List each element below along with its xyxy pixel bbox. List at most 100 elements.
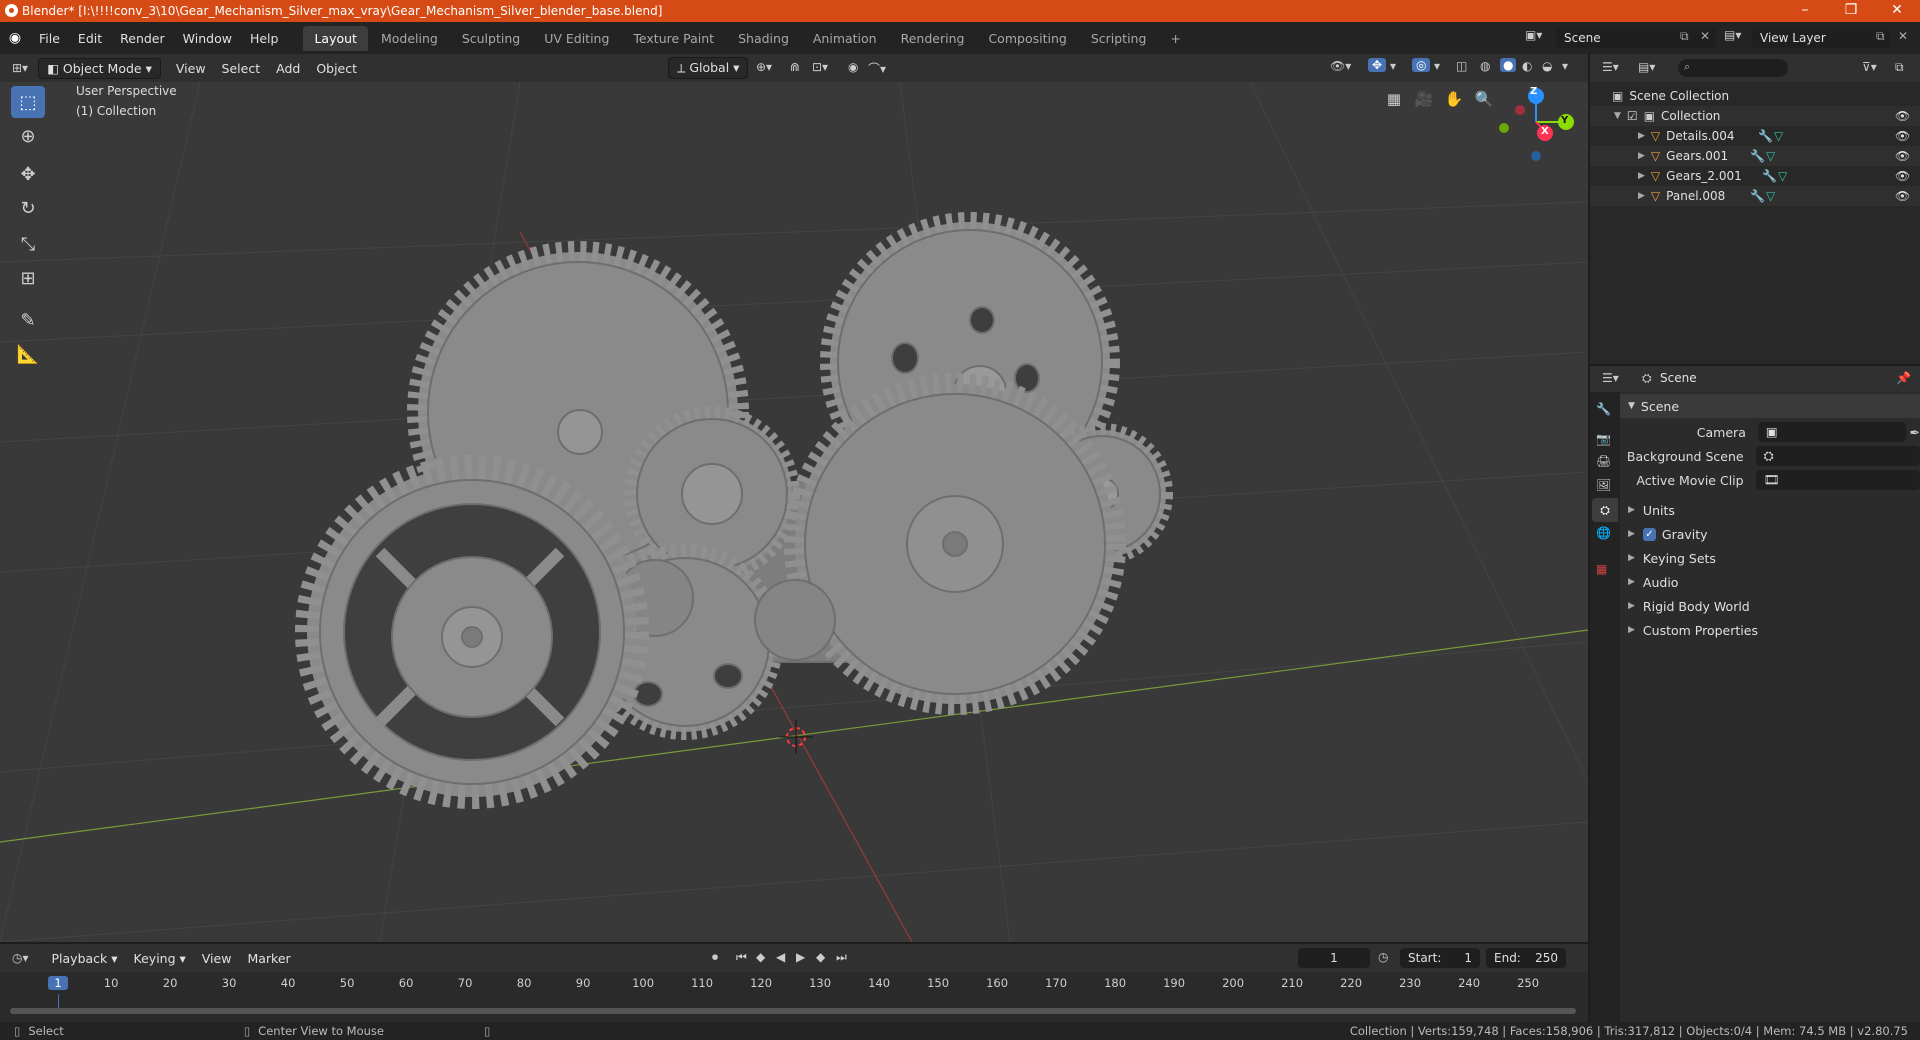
delete-scene-icon[interactable]: ✕ xyxy=(1700,29,1710,43)
timeline-scrollbar[interactable] xyxy=(10,1008,1576,1014)
add-workspace-button[interactable]: + xyxy=(1159,26,1191,51)
play-icon[interactable]: ▶ xyxy=(796,950,805,964)
view-layer-icon[interactable]: ▤▾ xyxy=(1724,28,1741,42)
orientation-dropdown[interactable]: ⟂ Global ▾ xyxy=(668,57,749,79)
record-icon[interactable]: ⏺ xyxy=(712,950,718,965)
audio-panel[interactable]: ▶ Audio xyxy=(1626,570,1920,594)
proportional-edit-icon[interactable]: ◉ xyxy=(848,60,858,74)
mesh-data-icon[interactable]: ▽ xyxy=(1766,149,1775,163)
cursor-tool[interactable]: ⊕ xyxy=(11,120,45,152)
falloff-icon[interactable]: ⌒▾ xyxy=(868,60,886,77)
jump-end-icon[interactable]: ⏭ xyxy=(836,950,847,965)
outliner-row-object[interactable]: ▶ ▽ Gears.001 🔧 ▽ 👁 xyxy=(1590,146,1920,166)
outliner-row-object[interactable]: ▶ ▽ Gears_2.001 🔧 ▽ 👁 xyxy=(1590,166,1920,186)
new-scene-icon[interactable]: ⧉ xyxy=(1680,29,1689,44)
tab-scripting[interactable]: Scripting xyxy=(1080,26,1158,51)
gravity-panel[interactable]: ▶ ✓ Gravity xyxy=(1626,522,1920,546)
current-frame-field[interactable]: 1 xyxy=(1298,948,1370,968)
annotate-tool[interactable]: ✎ xyxy=(11,304,45,336)
menu-edit[interactable]: Edit xyxy=(69,31,111,46)
pin-icon[interactable]: 📌 xyxy=(1896,371,1911,385)
tab-animation[interactable]: Animation xyxy=(802,26,888,51)
menu-render[interactable]: Render xyxy=(111,31,174,46)
menu-add[interactable]: Add xyxy=(269,58,307,79)
menu-help[interactable]: Help xyxy=(241,31,288,46)
outliner-row-collection[interactable]: ▼ ☑ ▣ Collection 👁 xyxy=(1590,106,1920,126)
next-keyframe-icon[interactable]: ◆ xyxy=(816,950,825,964)
rigid-body-world-panel[interactable]: ▶ Rigid Body World xyxy=(1626,594,1920,618)
close-button[interactable]: ✕ xyxy=(1874,0,1920,22)
timeline-editor-type-icon[interactable]: ◷▾ xyxy=(12,951,29,965)
view-layer-tab-icon[interactable]: 🖼 xyxy=(1596,478,1611,492)
shading-dropdown-icon[interactable]: ▾ xyxy=(1562,59,1568,73)
scene-tab-icon[interactable]: ⛭ xyxy=(1592,498,1618,522)
solid-shading-icon[interactable]: ● xyxy=(1500,58,1517,72)
gear-mechanism-model[interactable] xyxy=(295,212,1173,809)
menu-select[interactable]: Select xyxy=(215,58,268,79)
menu-playback[interactable]: Playback ▾ xyxy=(45,948,125,969)
blender-menu-icon[interactable]: ◉ xyxy=(0,30,30,46)
output-tab-icon[interactable]: 🖨 xyxy=(1596,454,1611,468)
transform-tool[interactable]: ⊞ xyxy=(11,262,45,294)
timeline-ruler[interactable]: 1 10 20 30 40 50 60 70 80 90 100 110 120 130 140 150 160… xyxy=(0,972,1588,994)
jump-start-icon[interactable]: ⏮ xyxy=(736,950,747,965)
wireframe-shading-icon[interactable]: ◍ xyxy=(1480,59,1490,73)
tab-texture-paint[interactable]: Texture Paint xyxy=(622,26,725,51)
modifier-icon[interactable]: 🔧 xyxy=(1758,129,1773,143)
xray-toggle-icon[interactable]: ◫ xyxy=(1456,59,1467,73)
expand-collection-icon[interactable]: ▼ xyxy=(1614,111,1621,121)
outliner-row-scene-collection[interactable]: ▣ Scene Collection xyxy=(1590,86,1920,106)
menu-file[interactable]: File xyxy=(30,31,69,46)
expand-object-icon[interactable]: ▶ xyxy=(1638,151,1645,161)
tab-modeling[interactable]: Modeling xyxy=(370,26,449,51)
menu-timeline-view[interactable]: View xyxy=(195,948,239,969)
start-frame-field[interactable]: Start: 1 xyxy=(1400,948,1480,968)
tool-tab-icon[interactable]: 🔧 xyxy=(1596,402,1611,416)
menu-marker[interactable]: Marker xyxy=(240,948,297,969)
units-panel[interactable]: ▶ Units xyxy=(1626,498,1920,522)
outliner-editor-type-icon[interactable]: ☰▾ xyxy=(1602,60,1619,74)
gizmo-toggle-icon[interactable]: ✥ xyxy=(1368,58,1387,72)
object-visibility-icon[interactable]: 👁 xyxy=(1895,169,1910,183)
editor-type-icon[interactable]: ⊞▾ xyxy=(12,61,28,75)
scene-selector-icon[interactable]: ▣▾ xyxy=(1525,28,1542,42)
minimize-button[interactable]: – xyxy=(1782,0,1828,22)
render-tab-icon[interactable]: 📷 xyxy=(1596,432,1611,446)
play-reverse-icon[interactable]: ◀ xyxy=(776,950,785,964)
mode-dropdown[interactable]: ◧ Object Mode ▾ xyxy=(38,57,161,79)
tab-compositing[interactable]: Compositing xyxy=(977,26,1077,51)
modifier-icon[interactable]: 🔧 xyxy=(1750,149,1765,163)
restore-button[interactable]: ❐ xyxy=(1828,0,1874,22)
object-visibility-icon[interactable]: 👁 xyxy=(1895,189,1910,203)
snap-target-icon[interactable]: ⊡▾ xyxy=(812,60,828,74)
end-frame-field[interactable]: End: 250 xyxy=(1486,948,1566,968)
filter-icon[interactable]: ⊽▾ xyxy=(1862,60,1877,74)
camera-view-icon[interactable]: 🎥 xyxy=(1410,85,1438,113)
mesh-data-icon[interactable]: ▽ xyxy=(1766,189,1775,203)
scale-tool[interactable]: ⤡ xyxy=(11,228,45,260)
new-collection-icon[interactable]: ⧉ xyxy=(1895,60,1904,75)
material-shading-icon[interactable]: ◐ xyxy=(1522,59,1532,73)
tab-sculpting[interactable]: Sculpting xyxy=(451,26,531,51)
visibility-icon[interactable]: 👁▾ xyxy=(1330,59,1351,73)
pivot-point-icon[interactable]: ⊕▾ xyxy=(756,60,772,74)
tab-shading[interactable]: Shading xyxy=(727,26,800,51)
outliner-search-input[interactable] xyxy=(1678,59,1788,77)
pan-view-icon[interactable]: ✋ xyxy=(1440,85,1468,113)
tab-uv-editing[interactable]: UV Editing xyxy=(533,26,620,51)
menu-view[interactable]: View xyxy=(169,58,213,79)
zoom-view-icon[interactable]: 🔍 xyxy=(1470,85,1498,113)
preview-range-icon[interactable]: ◷ xyxy=(1378,950,1388,964)
view-layer-field[interactable]: View Layer xyxy=(1752,28,1890,48)
eyedropper-icon[interactable]: ✒ xyxy=(1910,425,1920,440)
outliner-row-object[interactable]: ▶ ▽ Details.004 🔧 ▽ 👁 xyxy=(1590,126,1920,146)
scene-section-header[interactable]: ▼ Scene xyxy=(1620,394,1920,418)
menu-window[interactable]: Window xyxy=(174,31,241,46)
snap-icon[interactable]: ⋒ xyxy=(790,60,800,74)
keying-sets-panel[interactable]: ▶ Keying Sets xyxy=(1626,546,1920,570)
camera-field[interactable]: ▣ xyxy=(1757,422,1906,442)
overlay-dropdown-icon[interactable]: ▾ xyxy=(1434,59,1440,73)
select-box-tool[interactable]: ⬚ xyxy=(11,86,45,118)
background-scene-field[interactable]: ⛭ xyxy=(1755,446,1920,466)
display-mode-icon[interactable]: ▤▾ xyxy=(1638,60,1655,74)
